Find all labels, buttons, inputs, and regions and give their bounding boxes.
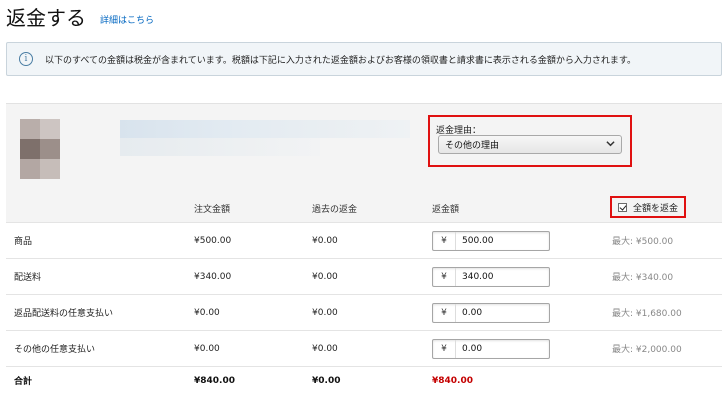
- detail-link[interactable]: 詳細はこちら: [100, 13, 154, 26]
- row-label: 配送料: [14, 273, 42, 283]
- row-label: 返品配送料の任意支払い: [14, 309, 114, 319]
- total-past-refund: ¥0.00: [312, 375, 341, 386]
- table-row: 返品配送料の任意支払い ¥0.00 ¥0.00 ¥ 0.00 最大: ¥1,68…: [6, 294, 722, 330]
- yen-prefix: ¥: [433, 339, 456, 358]
- info-icon: i: [19, 52, 33, 66]
- row-past-refund: ¥0.00: [312, 271, 338, 282]
- header-refund-amount: 返金額: [432, 204, 460, 215]
- table-row: 商品 ¥500.00 ¥0.00 ¥ 500.00 最大: ¥500.00: [6, 222, 722, 258]
- row-order-amount: ¥500.00: [194, 235, 232, 246]
- row-max-amount: 最大: ¥340.00: [612, 273, 674, 283]
- row-order-amount: ¥340.00: [194, 271, 232, 282]
- row-label: 商品: [14, 237, 33, 247]
- thumb-pixel: [40, 139, 60, 159]
- refund-amount-input[interactable]: ¥ 0.00: [432, 302, 550, 323]
- thumb-pixel: [40, 159, 60, 179]
- info-text: 以下のすべての金額は税金が含まれています。税額は下記に入力された返金額およびお客…: [45, 55, 636, 66]
- yen-prefix: ¥: [433, 303, 456, 322]
- product-title-redacted: [120, 120, 410, 138]
- title-row: 返金する 詳細はこちら: [6, 4, 154, 30]
- total-refund-amount: ¥840.00: [432, 375, 473, 386]
- row-refund-cell: ¥ 500.00: [432, 223, 550, 258]
- row-order-amount: ¥0.00: [194, 343, 220, 354]
- header-past-refund: 過去の返金: [312, 204, 358, 215]
- refund-amount-input[interactable]: ¥ 500.00: [432, 230, 550, 251]
- product-subtitle-redacted: [120, 138, 320, 156]
- refund-reason-value: その他の理由: [445, 141, 500, 151]
- refund-amount-input[interactable]: ¥ 340.00: [432, 266, 550, 287]
- table-row: 配送料 ¥340.00 ¥0.00 ¥ 340.00 最大: ¥340.00: [6, 258, 722, 294]
- thumb-pixel: [20, 139, 40, 159]
- refund-table: 注文金額 過去の返金 返金額 全額を返金 商品 ¥500.00 ¥0.00 ¥ …: [6, 194, 722, 394]
- refund-panel: 返金理由： その他の理由 注文金額 過去の返金 返金額 全額を返金 商品 ¥50…: [6, 103, 722, 393]
- refund-all-checkbox[interactable]: 全額を返金: [610, 196, 686, 218]
- total-order-amount: ¥840.00: [194, 375, 235, 386]
- row-max-amount: 最大: ¥2,000.00: [612, 345, 682, 355]
- row-past-refund: ¥0.00: [312, 343, 338, 354]
- checkbox-checked-icon: [618, 202, 627, 212]
- row-max-amount: 最大: ¥1,680.00: [612, 309, 682, 319]
- refund-amount-value: 0.00: [462, 307, 483, 318]
- total-row: 合計 ¥840.00 ¥0.00 ¥840.00: [6, 366, 722, 394]
- refund-reason-group: 返金理由： その他の理由: [428, 115, 632, 167]
- yen-prefix: ¥: [433, 267, 456, 286]
- refund-amount-value: 500.00: [462, 235, 494, 246]
- yen-prefix: ¥: [433, 231, 456, 250]
- row-refund-cell: ¥ 340.00: [432, 259, 550, 294]
- refund-all-label: 全額を返金: [633, 203, 679, 214]
- table-row: その他の任意支払い ¥0.00 ¥0.00 ¥ 0.00 最大: ¥2,000.…: [6, 330, 722, 366]
- total-label: 合計: [14, 377, 33, 387]
- row-past-refund: ¥0.00: [312, 235, 338, 246]
- row-max-amount: 最大: ¥500.00: [612, 237, 674, 247]
- refund-amount-value: 0.00: [462, 343, 483, 354]
- row-order-amount: ¥0.00: [194, 307, 220, 318]
- row-refund-cell: ¥ 0.00: [432, 331, 550, 366]
- page-title: 返金する: [6, 6, 86, 30]
- row-label: その他の任意支払い: [14, 345, 96, 355]
- row-past-refund: ¥0.00: [312, 307, 338, 318]
- product-area: 返金理由： その他の理由: [6, 104, 722, 194]
- product-thumbnail: [20, 119, 60, 179]
- refund-amount-value: 340.00: [462, 271, 494, 282]
- thumb-pixel: [20, 119, 40, 139]
- thumb-pixel: [20, 159, 40, 179]
- thumb-pixel: [40, 119, 60, 139]
- header-order-amount: 注文金額: [194, 204, 231, 215]
- refund-reason-select[interactable]: その他の理由: [438, 135, 622, 154]
- info-banner: i 以下のすべての金額は税金が含まれています。税額は下記に入力された返金額および…: [6, 42, 722, 76]
- chevron-down-icon: [606, 139, 615, 151]
- table-header: 注文金額 過去の返金 返金額 全額を返金: [6, 194, 722, 222]
- row-refund-cell: ¥ 0.00: [432, 295, 550, 330]
- refund-amount-input[interactable]: ¥ 0.00: [432, 338, 550, 359]
